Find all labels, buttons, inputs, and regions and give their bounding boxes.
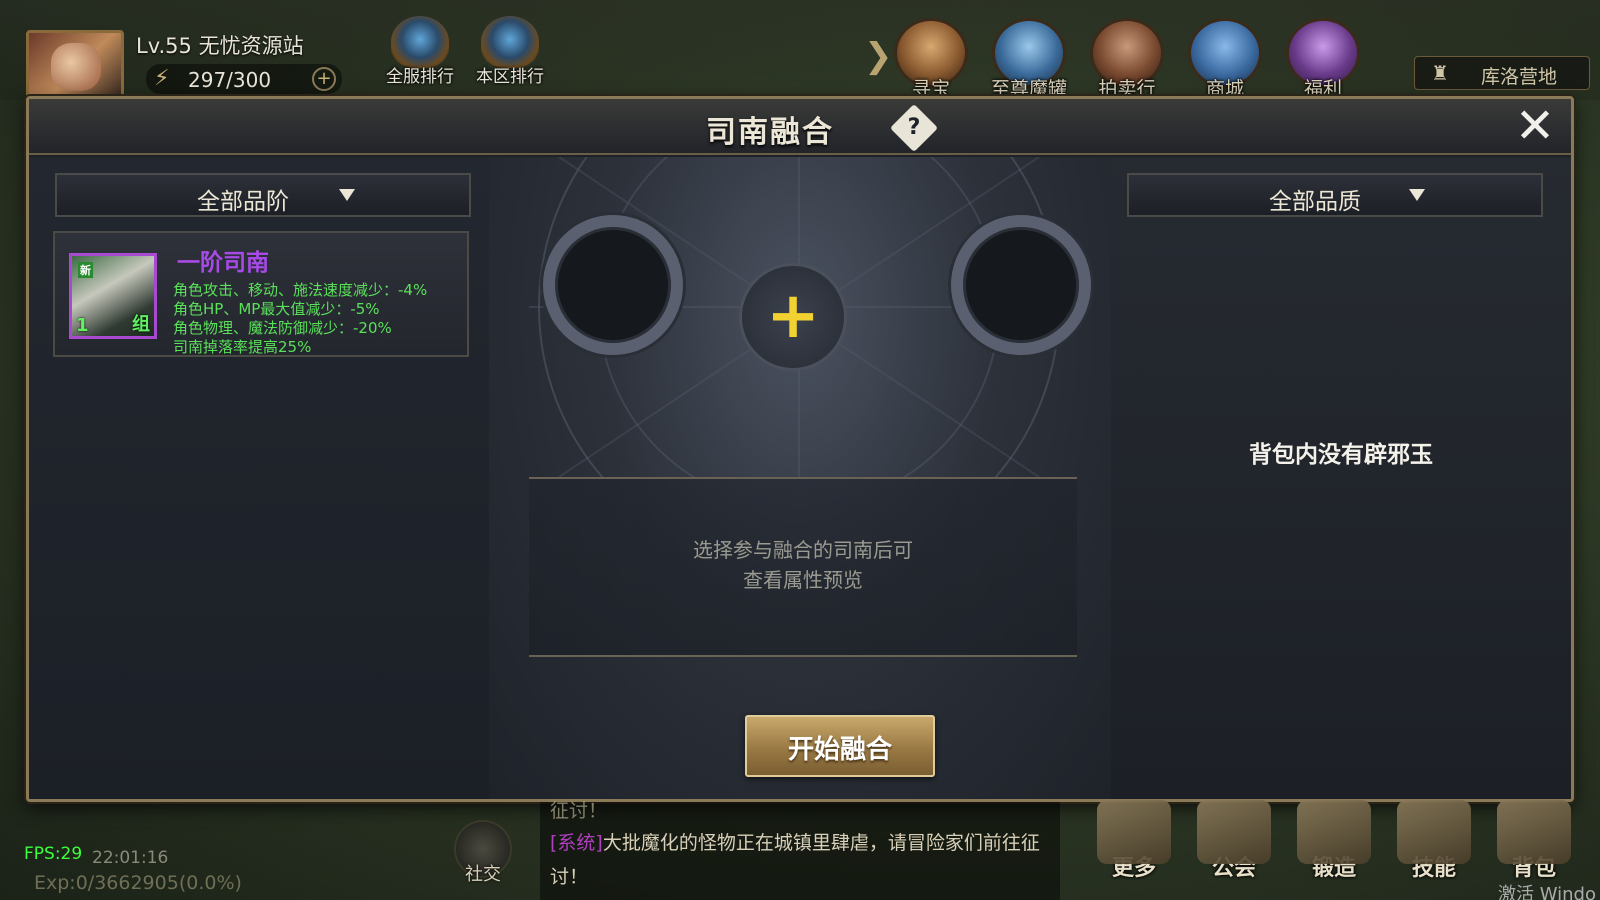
item-name: 一阶司南 xyxy=(177,250,269,276)
social-label: 社交 xyxy=(465,864,501,885)
server-ranking-button[interactable]: 全服排行 xyxy=(380,16,460,90)
chat-text: 大批魔化的怪物正在城镇里肆虐，请冒险家们前往征讨！ xyxy=(550,832,1040,888)
compass-item-icon: 新 1 组 xyxy=(69,253,157,339)
castle-icon: ♜ xyxy=(1431,61,1449,85)
more-icon xyxy=(1097,800,1171,864)
ranking-emblem-icon xyxy=(391,16,449,68)
plus-icon: + xyxy=(766,279,820,353)
quality-filter-dropdown[interactable]: 全部品质 xyxy=(1127,173,1543,217)
preview-hint-line: 查看属性预览 xyxy=(743,568,863,592)
start-fusion-button[interactable]: 开始融合 xyxy=(745,715,935,777)
forge-button[interactable]: 锻造 xyxy=(1292,800,1376,898)
new-badge: 新 xyxy=(78,262,93,278)
chevron-right-icon[interactable]: ❯ xyxy=(864,36,893,76)
lightning-icon: ⚡ xyxy=(154,66,170,91)
guild-button[interactable]: 公会 xyxy=(1192,800,1276,898)
camp-label: 库洛营地 xyxy=(1481,66,1558,88)
avatar-face xyxy=(51,43,101,91)
quality-filter-label: 全部品质 xyxy=(1269,189,1361,215)
fusion-panel: + 选择参与融合的司南后可 查看属性预览 开始融合 xyxy=(489,157,1111,799)
item-unit: 组 xyxy=(132,314,150,335)
item-count: 1 xyxy=(76,315,89,336)
help-icon[interactable]: ? xyxy=(889,103,939,153)
add-energy-button[interactable]: + xyxy=(312,67,336,91)
backpack-icon xyxy=(1497,800,1571,864)
zone-ranking-button[interactable]: 本区排行 xyxy=(470,16,550,90)
supreme-jar-button[interactable]: 至尊魔罐 xyxy=(990,18,1068,100)
camp-location-button[interactable]: ♜ 库洛营地 xyxy=(1414,56,1590,90)
preview-hint-line: 选择参与融合的司南后可 xyxy=(693,538,913,562)
fps-counter: FPS:29 xyxy=(24,844,83,864)
system-tag: [系统] xyxy=(550,832,603,854)
item-attribute: 司南掉落率提高25% xyxy=(173,338,312,356)
treasure-hunt-button[interactable]: 寻宝 xyxy=(892,18,970,100)
player-name: Lv.55 无忧资源站 xyxy=(136,34,304,58)
skills-icon xyxy=(1397,800,1471,864)
compass-item-card[interactable]: 新 1 组 一阶司南 角色攻击、移动、施法速度减少：-4% 角色HP、MP最大值… xyxy=(53,231,469,357)
guild-icon xyxy=(1197,800,1271,864)
fusion-slot-right[interactable] xyxy=(951,215,1091,355)
item-attribute: 角色物理、魔法防御减少：-20% xyxy=(173,319,392,337)
ranking-label: 全服排行 xyxy=(386,67,454,87)
add-compass-slot[interactable]: + xyxy=(739,263,847,371)
chat-box[interactable]: 征讨！ [系统]大批魔化的怪物正在城镇里肆虐，请冒险家们前往征讨！ xyxy=(540,800,1060,900)
compass-list-panel: 全部品阶 新 1 组 一阶司南 角色攻击、移动、施法速度减少：-4% 角色HP、… xyxy=(29,157,489,799)
help-glyph: ? xyxy=(907,115,921,140)
experience-text: Exp:0/3662905(0.0%) xyxy=(34,872,242,894)
ranking-label: 本区排行 xyxy=(476,67,544,87)
preview-hint: 选择参与融合的司南后可 查看属性预览 xyxy=(529,535,1077,595)
chat-previous-line: 征讨！ xyxy=(550,800,608,822)
dialog-title: 司南融合 xyxy=(706,115,834,150)
energy-value: 297/300 xyxy=(188,68,272,92)
attribute-preview-box: 选择参与融合的司南后可 查看属性预览 xyxy=(529,477,1077,657)
top-hud: Lv.55 无忧资源站 ⚡ 297/300 + 全服排行 本区排行 ❯ 寻宝 至… xyxy=(0,0,1600,100)
energy-bar: ⚡ 297/300 + xyxy=(146,64,342,94)
clock: 22:01:16 xyxy=(92,848,169,868)
item-attribute: 角色攻击、移动、施法速度减少：-4% xyxy=(173,281,428,299)
ranking-emblem-icon xyxy=(481,16,539,68)
activation-watermark: 激活 Windo xyxy=(1498,884,1596,900)
grade-filter-dropdown[interactable]: 全部品阶 xyxy=(55,173,471,217)
jade-list-panel: 全部品质 背包内没有辟邪玉 xyxy=(1111,157,1571,799)
compass-fusion-dialog: 司南融合 ? ✕ 全部品阶 新 1 组 一阶司南 角色攻击、移动、施法速度减少：… xyxy=(26,96,1574,802)
more-button[interactable]: 更多 xyxy=(1092,800,1176,898)
welfare-button[interactable]: 福利 xyxy=(1284,18,1362,100)
auction-house-button[interactable]: 拍卖行 xyxy=(1088,18,1166,100)
anvil-icon xyxy=(1297,800,1371,864)
dialog-titlebar: 司南融合 ? ✕ xyxy=(29,99,1571,155)
close-button[interactable]: ✕ xyxy=(1511,102,1559,151)
empty-inventory-note: 背包内没有辟邪玉 xyxy=(1249,442,1433,468)
skills-button[interactable]: 技能 xyxy=(1392,800,1476,898)
dropdown-arrow-icon xyxy=(1409,189,1425,201)
social-button[interactable]: 社交 xyxy=(452,820,514,892)
item-attribute: 角色HP、MP最大值减少：-5% xyxy=(173,300,380,318)
player-avatar[interactable] xyxy=(26,30,124,98)
dropdown-arrow-icon xyxy=(339,189,355,201)
chat-message: [系统]大批魔化的怪物正在城镇里肆虐，请冒险家们前往征讨！ xyxy=(550,826,1050,894)
shop-button[interactable]: 商城 xyxy=(1186,18,1264,100)
grade-filter-label: 全部品阶 xyxy=(197,189,289,215)
fusion-slot-left[interactable] xyxy=(543,215,683,355)
start-fusion-label: 开始融合 xyxy=(787,735,892,765)
